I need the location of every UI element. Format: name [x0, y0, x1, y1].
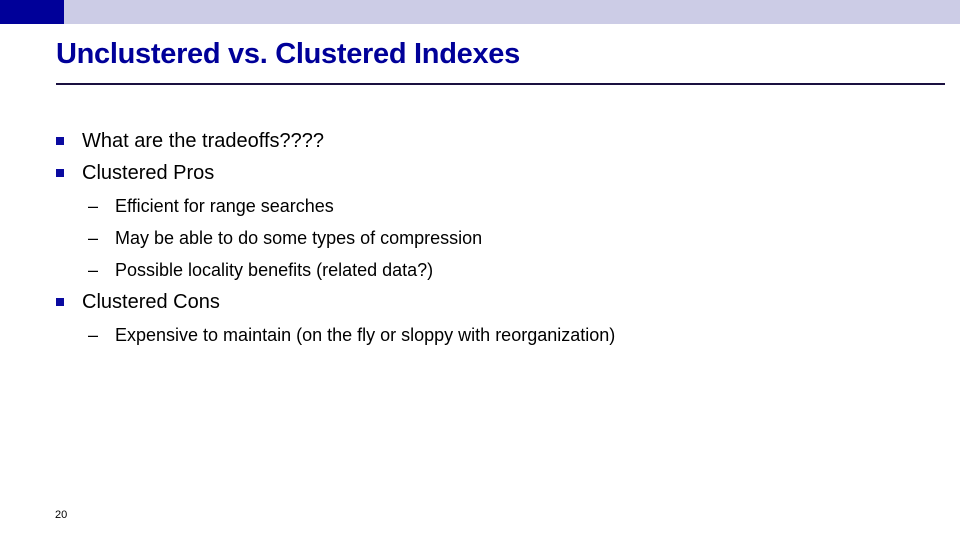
- header-accent-block: [0, 0, 64, 24]
- page-number: 20: [55, 509, 68, 521]
- dash-bullet-icon: –: [88, 196, 99, 216]
- sub-bullet-text: Possible locality benefits (related data…: [115, 260, 434, 280]
- header-accent-bar: [64, 0, 960, 24]
- slide-title: Unclustered vs. Clustered Indexes: [56, 38, 520, 70]
- bullet-text: What are the tradeoffs????: [82, 130, 325, 152]
- square-bullet-icon: [56, 169, 64, 177]
- bullet-text: Clustered Cons: [82, 291, 220, 313]
- square-bullet-icon: [56, 137, 64, 145]
- dash-bullet-icon: –: [88, 325, 99, 345]
- square-bullet-icon: [56, 298, 64, 306]
- sub-bullet-text: Expensive to maintain (on the fly or slo…: [115, 325, 616, 345]
- sub-bullet-text: Efficient for range searches: [115, 196, 334, 216]
- bullet-text: Clustered Pros: [82, 162, 215, 184]
- title-divider: [56, 83, 945, 85]
- sub-bullet-text: May be able to do some types of compress…: [115, 228, 483, 248]
- dash-bullet-icon: –: [88, 260, 99, 280]
- dash-bullet-icon: –: [88, 228, 99, 248]
